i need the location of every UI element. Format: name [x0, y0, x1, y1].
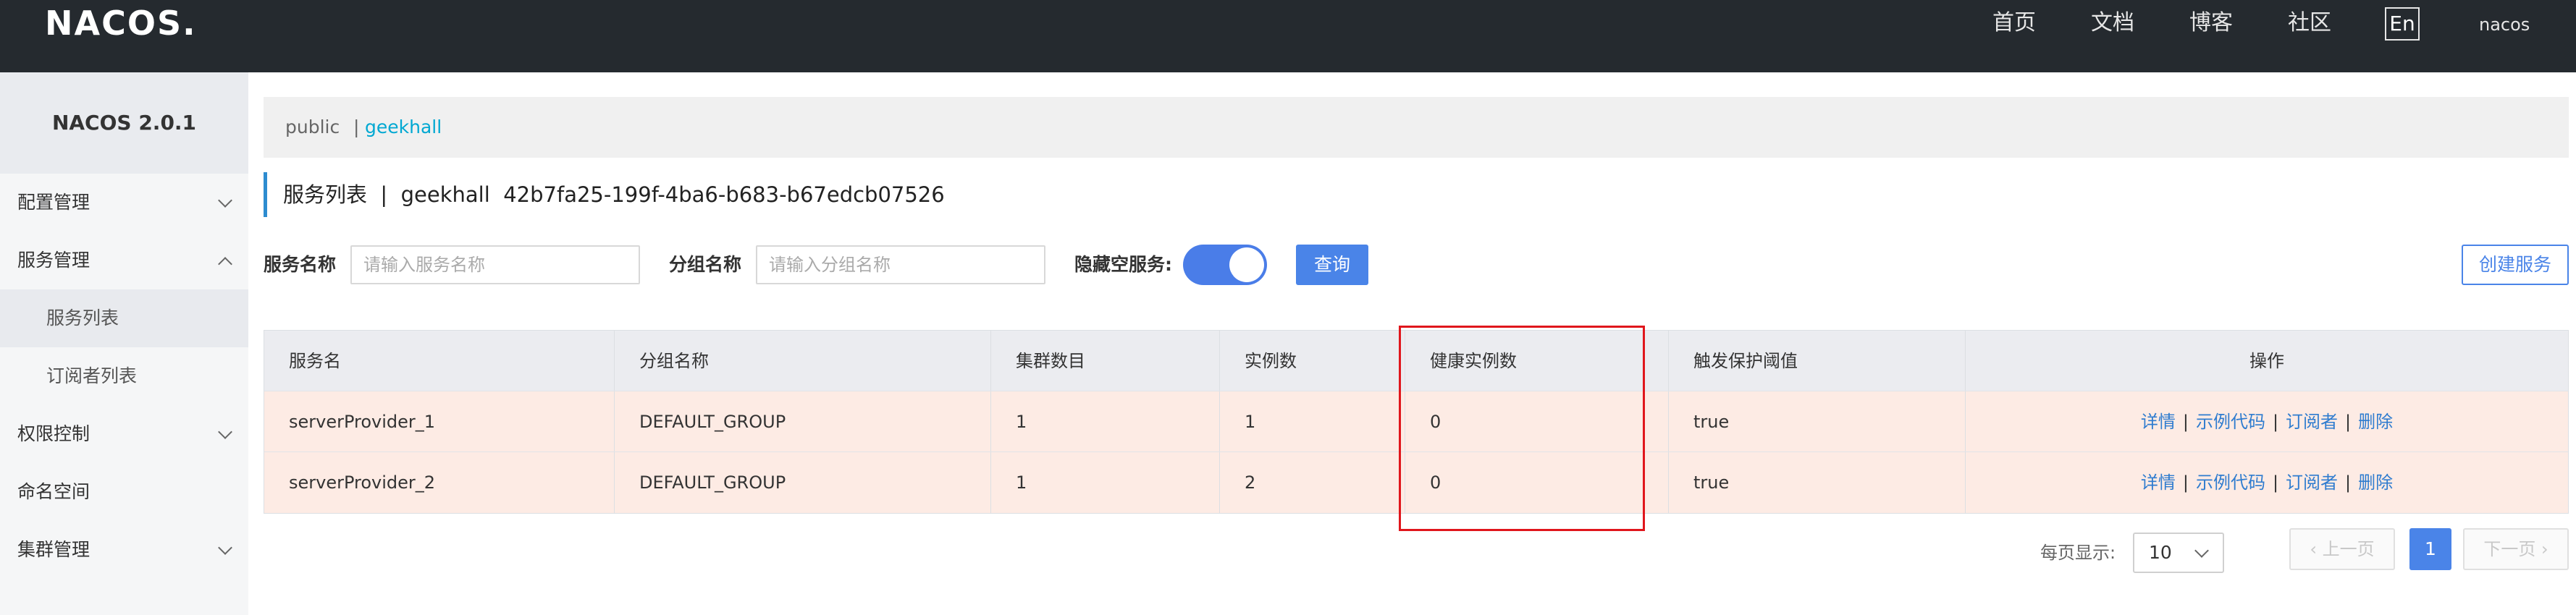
cell-service: serverProvider_1	[264, 391, 615, 451]
nav-home-link[interactable]: 首页	[1992, 9, 2036, 38]
cell-group: DEFAULT_GROUP	[615, 452, 991, 513]
query-button[interactable]: 查询	[1296, 245, 1368, 285]
namespace-current-link[interactable]: geekhall	[365, 97, 442, 158]
sidebar-item-label: 服务列表	[46, 308, 119, 328]
cell-operations: 详情 | 示例代码 | 订阅者 | 删除	[1966, 452, 2568, 513]
column-header-clusters: 集群数目	[991, 331, 1220, 391]
top-navbar: NACOS. 首页 文档 博客 社区 En nacos	[0, 0, 2576, 72]
sidebar-item-label: 配置管理	[17, 192, 91, 213]
sidebar-item-cluster-management[interactable]: 集群管理	[0, 521, 248, 579]
sidebar-item-label: 服务管理	[17, 250, 91, 271]
sidebar-item-access-control[interactable]: 权限控制	[0, 405, 248, 463]
prev-page-button[interactable]: ‹ 上一页	[2289, 528, 2395, 570]
sidebar: NACOS 2.0.1 配置管理 服务管理 服务列表 订阅者列表 权限控制 命名…	[0, 72, 248, 615]
op-separator: |	[2182, 412, 2189, 432]
column-header-operations: 操作	[2249, 351, 2284, 371]
op-separator: |	[2272, 472, 2279, 493]
chevron-down-icon	[218, 193, 232, 208]
hide-empty-toggle[interactable]	[1183, 245, 1267, 285]
chevron-down-icon	[218, 540, 232, 555]
delete-link[interactable]: 删除	[2358, 472, 2393, 493]
hide-empty-label: 隐藏空服务:	[1074, 254, 1172, 275]
annotation-highlight-box	[1399, 326, 1645, 531]
sidebar-item-label: 订阅者列表	[46, 365, 138, 386]
detail-link[interactable]: 详情	[2141, 472, 2176, 493]
page-number-current[interactable]: 1	[2409, 528, 2451, 570]
op-separator: |	[2345, 412, 2352, 432]
cell-operations: 详情 | 示例代码 | 订阅者 | 删除	[1966, 391, 2568, 451]
page-title: 服务列表 | geekhall 42b7fa25-199f-4ba6-b683-…	[264, 172, 945, 217]
per-page-label: 每页显示:	[2040, 543, 2116, 563]
sidebar-item-subscriber-list[interactable]: 订阅者列表	[0, 347, 248, 405]
column-header-threshold: 触发保护阈值	[1669, 331, 1966, 391]
op-separator: |	[2272, 412, 2279, 432]
nav-community-link[interactable]: 社区	[2288, 9, 2331, 38]
op-separator: |	[2345, 472, 2352, 493]
nav-docs-link[interactable]: 文档	[2091, 9, 2134, 38]
namespace-separator: |	[353, 116, 360, 137]
group-name-label: 分组名称	[669, 254, 742, 275]
cell-group: DEFAULT_GROUP	[615, 391, 991, 451]
column-header-group: 分组名称	[615, 331, 991, 391]
cell-threshold: true	[1669, 452, 1966, 513]
create-service-button[interactable]: 创建服务	[2462, 245, 2569, 285]
column-header-service: 服务名	[264, 331, 615, 391]
toggle-knob	[1229, 247, 1264, 282]
service-name-label: 服务名称	[264, 254, 337, 275]
page-size-value: 10	[2149, 542, 2172, 563]
nacos-logo[interactable]: NACOS.	[45, 3, 197, 43]
cell-instances: 2	[1220, 452, 1405, 513]
cell-service: serverProvider_2	[264, 452, 615, 513]
subscriber-link[interactable]: 订阅者	[2286, 472, 2338, 493]
column-header-instances: 实例数	[1220, 331, 1405, 391]
sidebar-item-namespace[interactable]: 命名空间	[0, 463, 248, 521]
namespace-public-link[interactable]: public	[285, 97, 340, 158]
user-name[interactable]: nacos	[2479, 12, 2530, 38]
cell-clusters: 1	[991, 391, 1220, 451]
sidebar-title: NACOS 2.0.1	[0, 72, 248, 174]
detail-link[interactable]: 详情	[2141, 412, 2176, 432]
subscriber-link[interactable]: 订阅者	[2286, 412, 2338, 432]
chevron-up-icon	[218, 257, 232, 271]
op-separator: |	[2182, 472, 2189, 493]
nav-blog-link[interactable]: 博客	[2189, 9, 2233, 38]
sidebar-item-service-management[interactable]: 服务管理	[0, 232, 248, 289]
sidebar-item-service-list[interactable]: 服务列表	[0, 289, 248, 347]
sample-code-link[interactable]: 示例代码	[2196, 472, 2265, 493]
delete-link[interactable]: 删除	[2358, 412, 2393, 432]
chevron-down-icon	[218, 425, 232, 439]
sidebar-item-label: 集群管理	[17, 539, 91, 560]
cell-threshold: true	[1669, 391, 1966, 451]
next-page-button[interactable]: 下一页 ›	[2463, 528, 2569, 570]
service-name-input[interactable]	[350, 245, 640, 284]
namespace-bar: public | geekhall	[264, 97, 2569, 158]
sample-code-link[interactable]: 示例代码	[2196, 412, 2265, 432]
page-size-select[interactable]: 10	[2133, 533, 2224, 573]
chevron-down-icon	[2194, 543, 2209, 558]
sidebar-item-label: 权限控制	[17, 423, 91, 444]
sidebar-item-config-management[interactable]: 配置管理	[0, 174, 248, 232]
sidebar-item-label: 命名空间	[17, 481, 91, 502]
cell-clusters: 1	[991, 452, 1220, 513]
cell-instances: 1	[1220, 391, 1405, 451]
group-name-input[interactable]	[756, 245, 1045, 284]
language-toggle-button[interactable]: En	[2385, 7, 2420, 41]
